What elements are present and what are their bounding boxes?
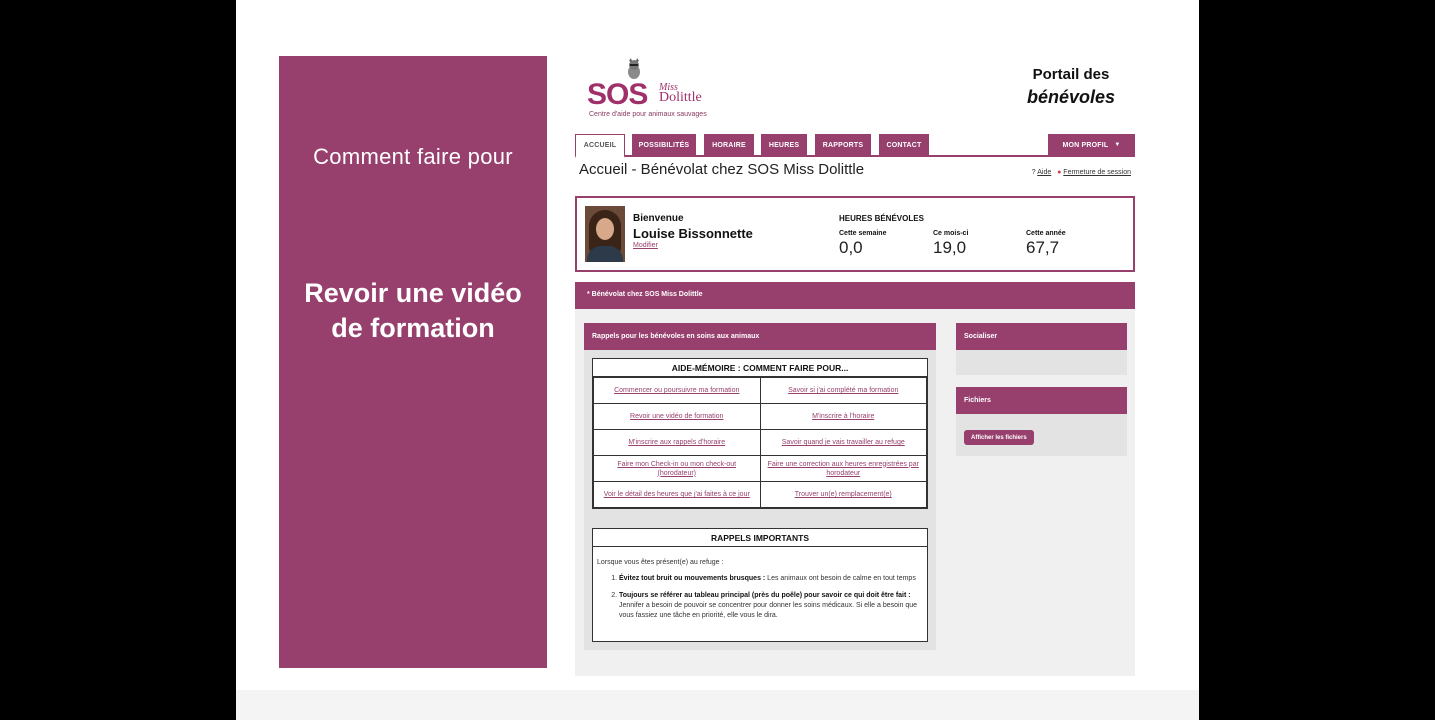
panel-topic: Revoir une vidéo de formation [279,276,547,346]
tab-accueil[interactable]: ACCUEIL [575,134,625,158]
memo-link[interactable]: Faire mon Check-in ou mon check-out (hor… [593,455,761,482]
slide: Comment faire pour Revoir une vidéo de f… [236,0,1199,720]
table-row: M'inscrire aux rappels d'horaire Savoir … [593,429,927,456]
main-nav: ACCUEIL POSSIBILITÉS HORAIRE HEURES RAPP… [575,133,1135,158]
stat-value: 0,0 [839,238,863,257]
reminders-header: Rappels pour les bénévoles en soins aux … [584,323,936,350]
memo-link[interactable]: Revoir une vidéo de formation [593,403,761,430]
panel-intro: Comment faire pour [313,144,513,169]
socialiser-panel: Socialiser [956,323,1127,375]
edit-profile-link[interactable]: Modifier [633,242,753,249]
topic-panel: Comment faire pour Revoir une vidéo de f… [279,56,547,668]
stat-year: Cette année 67,7 [1026,230,1066,258]
important-title: RAPPELS IMPORTANTS [593,529,927,547]
profile-menu[interactable]: MON PROFIL ▼ [1048,134,1135,156]
socialiser-header: Socialiser [956,323,1127,350]
stat-label: Ce mois-ci [933,230,969,237]
memo-table: Commencer ou poursuivre ma formation Sav… [593,377,927,508]
stat-value: 19,0 [933,238,967,257]
memo-link[interactable]: M'inscrire à l'horaire [759,403,927,430]
table-row: Commencer ou poursuivre ma formation Sav… [593,377,927,404]
memo-box: AIDE-MÉMOIRE : COMMENT FAIRE POUR... Com… [592,358,928,509]
memo-link[interactable]: Trouver un(e) remplacement(e) [759,481,927,508]
important-list: Évitez tout bruit ou mouvements brusques… [593,574,927,621]
slide-footer-strip [236,690,1199,720]
help-links: ? Aide ● Fermeture de session [1032,169,1131,176]
stat-label: Cette semaine [839,230,887,237]
table-row: Faire mon Check-in ou mon check-out (hor… [593,455,927,482]
hours-title: HEURES BÉNÉVOLES [839,214,924,223]
tab-horaire[interactable]: HORAIRE [704,134,754,156]
item-bold: Évitez tout bruit ou mouvements brusques… [619,575,766,582]
list-item: Évitez tout bruit ou mouvements brusques… [619,574,919,584]
welcome-box: Bienvenue Louise Bissonnette Modifier HE… [575,196,1135,272]
greeting-block: Bienvenue Louise Bissonnette Modifier [633,213,753,249]
help-icon: ? [1031,169,1036,176]
item-text: Jennifer a besoin de pouvoir se concentr… [619,602,918,619]
memo-link[interactable]: M'inscrire aux rappels d'horaire [593,429,761,456]
portal-title-line1: Portail des [1032,66,1110,83]
item-bold: Toujours se référer au tableau principal… [619,592,911,599]
memo-link[interactable]: Voir le détail des heures que j'ai faite… [593,481,761,508]
show-files-button[interactable]: Afficher les fichiers [964,430,1034,445]
profile-menu-label: MON PROFIL [1062,141,1109,149]
greeting-text: Bienvenue [633,213,684,224]
chevron-down-icon: ▼ [1114,142,1121,148]
content-area: Rappels pour les bénévoles en soins aux … [575,309,1135,676]
files-panel: Fichiers Afficher les fichiers [956,387,1127,456]
important-box: RAPPELS IMPORTANTS Lorsque vous êtes pré… [592,528,928,642]
tab-rapports[interactable]: RAPPORTS [815,134,871,156]
logout-link[interactable]: Fermeture de session [1063,169,1131,176]
stat-value: 67,7 [1026,238,1060,257]
memo-link[interactable]: Savoir si j'ai complété ma formation [759,377,927,404]
logo-sos: SOS [587,78,648,111]
memo-link[interactable]: Commencer ou poursuivre ma formation [593,377,761,404]
list-item: Toujours se référer au tableau principal… [619,591,919,621]
portal-title: Portail des bénévoles [1027,66,1115,108]
stat-week: Cette semaine 0,0 [839,230,886,258]
avatar [585,206,625,262]
tab-heures[interactable]: HEURES [761,134,807,156]
help-link[interactable]: Aide [1037,169,1051,176]
memo-title: AIDE-MÉMOIRE : COMMENT FAIRE POUR... [593,359,927,377]
stat-label: Cette année [1026,230,1066,237]
tab-contact[interactable]: CONTACT [879,134,929,156]
memo-link[interactable]: Savoir quand je vais travailler au refug… [759,429,927,456]
section-band: * Bénévolat chez SOS Miss Dolittle [575,282,1135,309]
stat-month: Ce mois-ci 19,0 [933,230,968,258]
panel-topic-text: Revoir une vidéo de formation [304,278,522,343]
memo-link[interactable]: Faire une correction aux heures enregist… [759,455,927,482]
table-row: Revoir une vidéo de formation M'inscrire… [593,403,927,430]
logout-icon: ● [1057,169,1062,176]
reminders-panel: Rappels pour les bénévoles en soins aux … [584,323,936,650]
logo-tagline: Centre d'aide pour animaux sauvages [589,111,707,118]
logo-dolittle: Dolittle [659,90,702,105]
portal-title-line2: bénévoles [1026,87,1115,107]
item-text: Les animaux ont besoin de calme en tout … [765,575,916,582]
raccoon-mascot-icon [628,58,640,79]
user-name: Louise Bissonnette [633,226,753,241]
tab-possibilites[interactable]: POSSIBILITÉS [632,134,696,156]
page-title: Accueil - Bénévolat chez SOS Miss Dolitt… [579,161,865,178]
table-row: Voir le détail des heures que j'ai faite… [593,481,927,508]
portal-screenshot: SOS Miss Dolittle Centre d'aide pour ani… [575,56,1135,676]
important-intro: Lorsque vous êtes présent(e) au refuge : [597,559,724,566]
sos-logo[interactable]: SOS Miss Dolittle Centre d'aide pour ani… [587,58,717,122]
files-header: Fichiers [956,387,1127,414]
